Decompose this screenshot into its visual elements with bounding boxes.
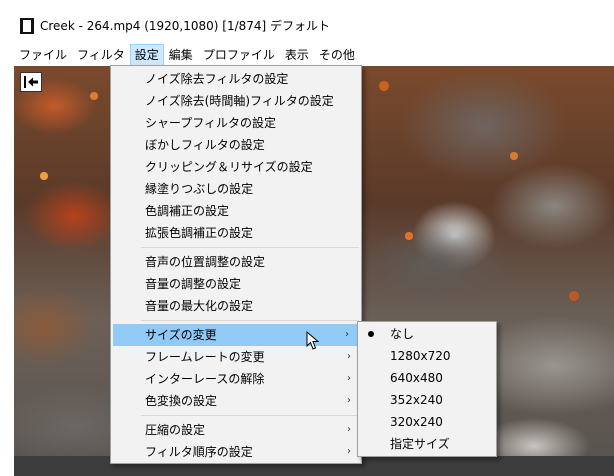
mouse-pointer-icon [306,331,320,350]
size-option-640x480[interactable]: 640x480 [358,367,496,389]
menu-item-volume-adjust[interactable]: 音量の調整の設定 [111,273,361,295]
settings-dropdown-menu: ノイズ除去フィルタの設定 ノイズ除去(時間軸)フィルタの設定 シャープフィルタの… [110,65,362,464]
film-icon [20,18,34,34]
size-option-custom[interactable]: 指定サイズ [358,433,496,455]
menu-settings[interactable]: 設定 [129,44,164,66]
menu-item-noise-filter[interactable]: ノイズ除去フィルタの設定 [111,68,361,90]
size-option-352x240[interactable]: 352x240 [358,389,496,411]
size-option-none[interactable]: なし [358,323,496,345]
resize-submenu: なし 1280x720 640x480 352x240 320x240 指定サイ… [357,321,497,457]
menu-item-sharpen-filter[interactable]: シャープフィルタの設定 [111,112,361,134]
menu-item-clipping-resize[interactable]: クリッピング＆リサイズの設定 [111,156,361,178]
collapse-left-icon [24,76,38,88]
menu-item-volume-maximize[interactable]: 音量の最大化の設定 [111,295,361,317]
menu-item-framerate[interactable]: フレームレートの変更 › [111,346,361,368]
menu-item-label: インターレースの解除 [145,372,265,386]
selected-bullet-icon [368,331,374,337]
menu-filter[interactable]: フィルタ [72,44,130,66]
menu-item-audio-position[interactable]: 音声の位置調整の設定 [111,251,361,273]
menu-other[interactable]: その他 [314,44,360,66]
menu-view[interactable]: 表示 [280,44,314,66]
collapse-left-button[interactable] [20,72,42,92]
menu-item-label: フィルタ順序の設定 [145,445,253,459]
submenu-arrow-icon: › [347,446,351,457]
menu-item-deinterlace[interactable]: インターレースの解除 › [111,368,361,390]
menu-item-resize[interactable]: サイズの変更 › [113,324,359,346]
menu-item-label: 圧縮の設定 [145,423,206,437]
size-option-1280x720[interactable]: 1280x720 [358,345,496,367]
size-option-320x240[interactable]: 320x240 [358,411,496,433]
menu-separator [141,247,359,248]
menu-file[interactable]: ファイル [14,44,72,66]
menu-separator [141,415,359,416]
menu-item-label: サイズの変更 [145,328,217,342]
menu-item-extended-color-correction[interactable]: 拡張色調補正の設定 [111,222,361,244]
size-option-label: なし [390,327,415,341]
title-bar: Creek - 264.mp4 (1920,1080) [1/874] デフォル… [0,0,614,44]
submenu-arrow-icon: › [347,424,351,435]
menu-item-label: フレームレートの変更 [145,350,265,364]
submenu-arrow-icon: › [347,373,351,384]
menu-item-edge-fill[interactable]: 縁塗りつぶしの設定 [111,178,361,200]
submenu-arrow-icon: › [345,329,349,340]
menu-item-color-correction[interactable]: 色調補正の設定 [111,200,361,222]
window-left-edge [0,0,14,476]
submenu-arrow-icon: › [347,395,351,406]
window-title: Creek - 264.mp4 (1920,1080) [1/874] デフォル… [40,19,331,33]
menu-item-label: 色変換の設定 [145,394,218,408]
menu-edit[interactable]: 編集 [164,44,198,66]
submenu-arrow-icon: › [347,351,351,362]
menu-item-blur-filter[interactable]: ぼかしフィルタの設定 [111,134,361,156]
menu-item-color-conversion[interactable]: 色変換の設定 › [111,390,361,412]
menu-item-filter-order[interactable]: フィルタ順序の設定 › [111,441,361,463]
menu-separator [141,320,359,321]
menu-bar: ファイル フィルタ 設定 編集 プロファイル 表示 その他 [14,44,614,66]
menu-item-temporal-noise-filter[interactable]: ノイズ除去(時間軸)フィルタの設定 [111,90,361,112]
menu-profile[interactable]: プロファイル [198,44,280,66]
menu-item-compression[interactable]: 圧縮の設定 › [111,419,361,441]
